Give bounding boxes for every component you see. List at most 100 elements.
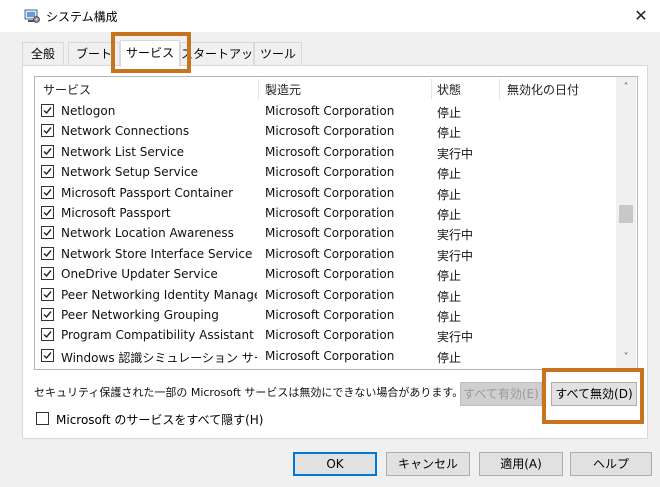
column-header-status[interactable]: 状態 (437, 81, 461, 98)
checkmark-icon (43, 107, 52, 115)
service-checkbox[interactable] (41, 124, 54, 138)
service-row[interactable]: Microsoft Passport Microsoft Corporation 停… (35, 203, 615, 223)
column-header-maker[interactable]: 製造元 (265, 81, 301, 98)
service-maker: Microsoft Corporation (265, 226, 395, 241)
services-list[interactable]: サービス 製造元 状態 無効化の日付 Netlogon Microsoft Cor… (34, 76, 638, 370)
service-status: 実行中 (437, 228, 474, 243)
close-button[interactable]: ✕ (624, 2, 658, 30)
system-config-window: システム構成 ✕ 全般 ブート サービス スタートアップ ツール サービス 製造… (0, 0, 660, 487)
service-status: 停止 (437, 350, 462, 365)
column-header-service[interactable]: サービス (43, 81, 91, 98)
checkmark-icon (43, 188, 52, 196)
service-name: Network List Service (61, 144, 185, 159)
service-row[interactable]: Network Setup Service Microsoft Corporati… (35, 162, 615, 182)
service-status: 停止 (437, 208, 462, 222)
service-maker: Microsoft Corporation (265, 185, 395, 200)
service-maker: Microsoft Corporation (265, 206, 395, 220)
service-maker: Microsoft Corporation (265, 124, 395, 139)
service-status: 停止 (437, 289, 462, 304)
list-header: サービス 製造元 状態 無効化の日付 (35, 77, 615, 101)
service-maker: Microsoft Corporation (265, 246, 395, 261)
service-checkbox[interactable] (41, 206, 54, 219)
service-status: 停止 (437, 269, 462, 284)
service-status: 実行中 (437, 248, 474, 263)
service-checkbox[interactable] (41, 267, 54, 281)
service-maker: Microsoft Corporation (265, 308, 395, 322)
apply-button[interactable]: 適用(A) (479, 452, 563, 476)
column-divider (499, 79, 500, 99)
service-status: 停止 (437, 187, 462, 202)
service-checkbox[interactable] (41, 287, 54, 301)
service-status: 停止 (437, 106, 462, 120)
service-checkbox[interactable] (41, 348, 54, 362)
service-status: 停止 (437, 310, 462, 324)
checkmark-icon (43, 229, 52, 237)
service-row[interactable]: Microsoft Passport Container Microsoft Co… (35, 183, 615, 203)
service-name: Windows 認識シミュレーション サービス (61, 350, 257, 365)
tab-tools[interactable]: ツール (254, 42, 302, 65)
service-name: Peer Networking Grouping (61, 308, 219, 322)
hide-ms-services-checkbox[interactable] (36, 412, 49, 425)
help-button[interactable]: ヘルプ (570, 452, 652, 476)
service-checkbox[interactable] (41, 226, 54, 240)
checkmark-icon (43, 290, 52, 298)
service-maker: Microsoft Corporation (265, 348, 395, 363)
service-name: Network Store Interface Service (61, 246, 253, 261)
enable-all-button[interactable]: すべて有効(E) (460, 382, 542, 406)
service-name: Network Connections (61, 124, 190, 139)
service-row[interactable]: Peer Networking Identity Manager Microsof… (35, 285, 615, 305)
scroll-down-arrow[interactable]: ˅ (616, 349, 636, 367)
service-name: Network Location Awareness (61, 226, 234, 241)
service-checkbox[interactable] (41, 165, 54, 179)
service-checkbox[interactable] (41, 144, 54, 158)
service-name: Program Compatibility Assistant ... (61, 328, 257, 343)
scrollbar-thumb[interactable] (619, 205, 633, 223)
cancel-button[interactable]: キャンセル (386, 452, 470, 476)
tab-services[interactable]: サービス (120, 40, 180, 67)
service-row[interactable]: Peer Networking Grouping Microsoft Corpor… (35, 305, 615, 325)
service-row[interactable]: Network Connections Microsoft Corporation… (35, 121, 615, 141)
service-row[interactable]: Network Store Interface Service Microsoft… (35, 244, 615, 264)
tab-general[interactable]: 全般 (22, 42, 64, 65)
checkmark-icon (43, 270, 52, 278)
service-status: 停止 (437, 126, 462, 141)
service-name: Network Setup Service (61, 165, 199, 180)
service-checkbox[interactable] (41, 308, 54, 321)
tab-boot[interactable]: ブート (68, 42, 120, 65)
service-row[interactable]: OneDrive Updater Service Microsoft Corpor… (35, 264, 615, 284)
service-name: OneDrive Updater Service (61, 267, 218, 282)
service-row[interactable]: Windows 認識シミュレーション サービス Microsoft Corpora… (35, 346, 615, 366)
window-title: システム構成 (46, 10, 118, 24)
scroll-up-arrow[interactable]: ˄ (616, 79, 636, 97)
service-row[interactable]: Network Location Awareness Microsoft Corp… (35, 223, 615, 243)
service-checkbox[interactable] (41, 104, 54, 117)
checkmark-icon (43, 351, 52, 359)
service-status: 実行中 (437, 330, 474, 345)
checkmark-icon (43, 331, 52, 339)
service-checkbox[interactable] (41, 246, 54, 260)
vertical-scrollbar[interactable]: ˄ ˅ (616, 77, 636, 369)
service-status: 実行中 (437, 146, 474, 161)
ok-button[interactable]: OK (293, 452, 377, 476)
checkmark-icon (43, 127, 52, 135)
service-name: Netlogon (61, 104, 116, 118)
system-config-icon (24, 9, 40, 23)
hide-ms-services-label[interactable]: Microsoft のサービスをすべて隠す(H) (56, 411, 264, 428)
column-header-disabled-date[interactable]: 無効化の日付 (507, 81, 579, 98)
service-maker: Microsoft Corporation (265, 328, 395, 343)
service-checkbox[interactable] (41, 328, 54, 342)
service-row[interactable]: Netlogon Microsoft Corporation 停止 (35, 101, 615, 121)
checkmark-icon (43, 209, 52, 217)
service-checkbox[interactable] (41, 185, 54, 199)
service-status: 停止 (437, 167, 462, 182)
disable-all-button[interactable]: すべて無効(D) (551, 382, 637, 406)
service-maker: Microsoft Corporation (265, 144, 395, 159)
service-row[interactable]: Network List Service Microsoft Corporatio… (35, 142, 615, 162)
title-bar: システム構成 ✕ (0, 0, 660, 32)
service-maker: Microsoft Corporation (265, 267, 395, 282)
checkmark-icon (43, 249, 52, 257)
service-maker: Microsoft Corporation (265, 165, 395, 180)
service-row[interactable]: Program Compatibility Assistant ... Micro… (35, 325, 615, 345)
tab-startup[interactable]: スタートアップ (180, 42, 254, 83)
checkmark-icon (43, 168, 52, 176)
